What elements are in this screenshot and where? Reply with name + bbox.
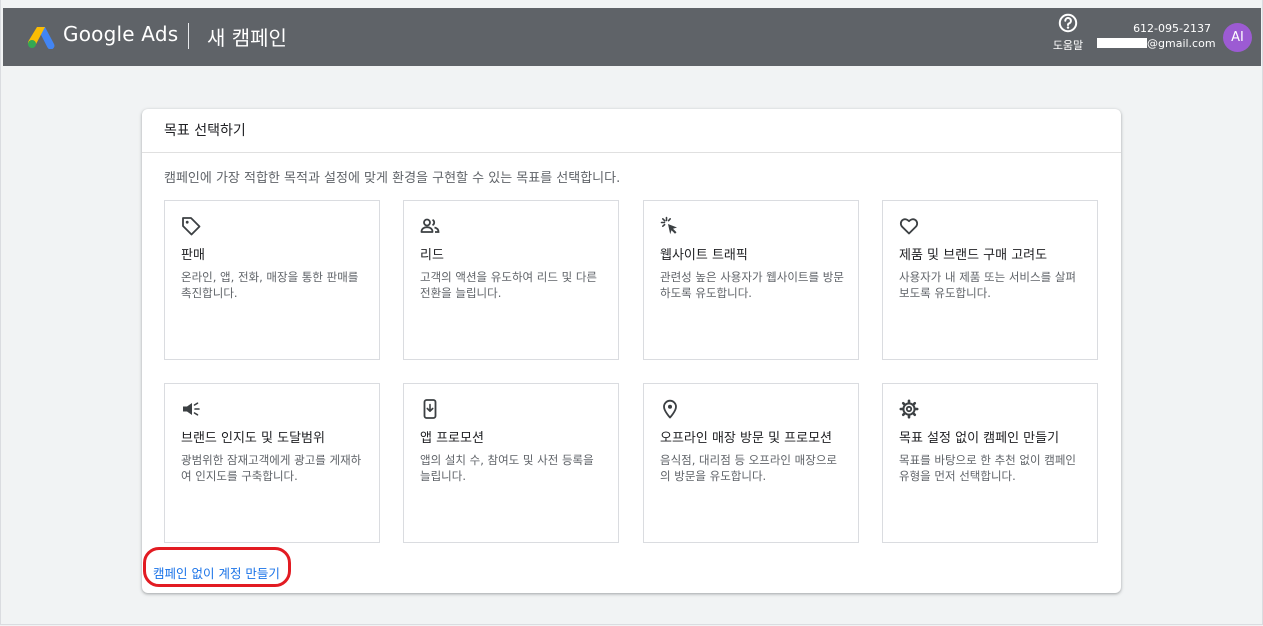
card-divider [142,152,1121,153]
card-title: 목표 선택하기 [164,123,246,139]
gear-icon [899,399,919,419]
goal-title: 리드 [420,248,444,263]
help-label: 도움말 [1052,39,1084,52]
account-email: @gmail.com [1097,36,1216,51]
tag-icon [182,217,201,236]
google-ads-logo-icon [27,27,55,49]
goal-title: 오프라인 매장 방문 및 프로모션 [660,431,833,446]
goal-description: 음식점, 대리점 등 오프라인 매장으로의 방문을 유도합니다. [660,453,837,483]
page-title: 새 캠페인 [207,26,287,50]
goal-title: 제품 및 브랜드 구매 고려도 [899,248,1048,263]
goal-tile-leads[interactable]: 리드 고객의 액션을 유도하여 리드 및 다른 전환을 늘립니다. [403,200,619,360]
phone-download-icon [423,399,437,419]
email-suffix: @gmail.com [1147,37,1216,50]
redacted-email-block [1097,38,1147,48]
goal-description: 관련성 높은 사용자가 웹사이트를 방문하도록 유도합니다. [660,270,844,300]
brand-name: Google Ads [63,22,179,46]
top-app-bar: Google Ads 새 캠페인 도움말 612-095-2137 @gmail… [3,8,1261,66]
help-button[interactable]: 도움말 [1049,13,1087,59]
account-info[interactable]: 612-095-2137 @gmail.com [1097,21,1216,51]
goal-title: 판매 [181,248,205,263]
goal-tile-app-promotion[interactable]: 앱 프로모션 앱의 설치 수, 참여도 및 사전 등록을 늘립니다. [403,383,619,543]
heart-icon [899,218,919,235]
annotation-highlight-circle [143,547,291,587]
goal-title: 목표 설정 없이 캠페인 만들기 [899,431,1060,446]
goal-description: 사용자가 내 제품 또는 서비스를 살펴보도록 유도합니다. [899,270,1076,300]
avatar[interactable]: AI [1223,23,1252,52]
click-icon [660,216,677,235]
goal-tile-sales[interactable]: 판매 온라인, 앱, 전화, 매장을 통한 판매를 촉진합니다. [164,200,380,360]
goal-tile-store-visits[interactable]: 오프라인 매장 방문 및 프로모션 음식점, 대리점 등 오프라인 매장으로의 … [643,383,859,543]
header-divider [188,23,189,49]
help-circle-icon [1058,13,1078,33]
goal-description: 앱의 설치 수, 참여도 및 사전 등록을 늘립니다. [420,453,594,483]
goal-tile-consideration[interactable]: 제품 및 브랜드 구매 고려도 사용자가 내 제품 또는 서비스를 살펴보도록 … [882,200,1098,360]
megaphone-icon [183,402,200,416]
people-icon [420,218,440,233]
goal-description: 목표를 바탕으로 한 추천 없이 캠페인 유형을 먼저 선택합니다. [899,453,1076,483]
goal-description: 온라인, 앱, 전화, 매장을 통한 판매를 촉진합니다. [181,270,359,300]
goal-tile-brand-awareness[interactable]: 브랜드 인지도 및 도달범위 광범위한 잠재고객에게 광고를 게재하여 인지도를… [164,383,380,543]
location-pin-icon [663,399,677,419]
card-description: 캠페인에 가장 적합한 목적과 설정에 맞게 환경을 구현할 수 있는 목표를 … [164,171,621,186]
goal-description: 광범위한 잠재고객에게 광고를 게재하여 인지도를 구축합니다. [181,453,362,483]
goal-selection-card: 목표 선택하기 캠페인에 가장 적합한 목적과 설정에 맞게 환경을 구현할 수… [142,109,1121,593]
goal-title: 웹사이트 트래픽 [660,248,748,263]
goal-description: 고객의 액션을 유도하여 리드 및 다른 전환을 늘립니다. [420,270,597,300]
goal-tile-website-traffic[interactable]: 웹사이트 트래픽 관련성 높은 사용자가 웹사이트를 방문하도록 유도합니다. [643,200,859,360]
goal-title: 앱 프로모션 [420,431,484,446]
goal-title: 브랜드 인지도 및 도달범위 [181,431,325,446]
account-id: 612-095-2137 [1133,22,1211,35]
goal-tile-no-goal[interactable]: 목표 설정 없이 캠페인 만들기 목표를 바탕으로 한 추천 없이 캠페인 유형… [882,383,1098,543]
